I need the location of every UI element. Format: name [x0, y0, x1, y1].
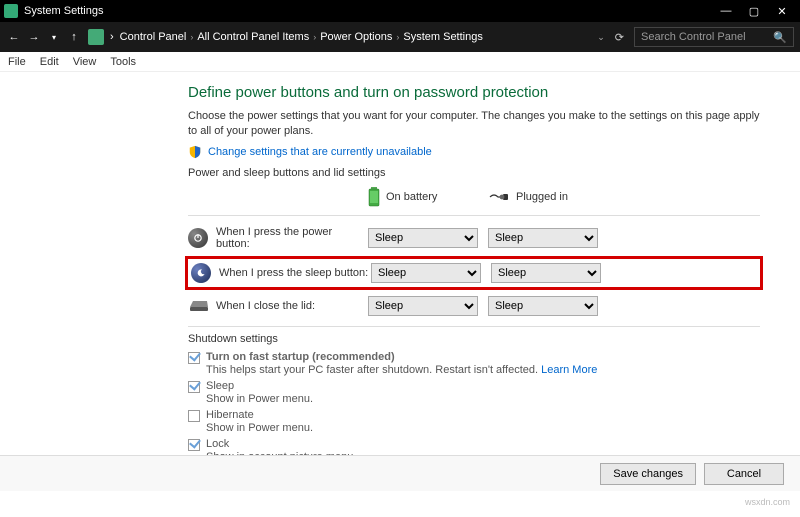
col-plugged-label: Plugged in	[516, 191, 568, 203]
fast-startup-item: Turn on fast startup (recommended) This …	[188, 351, 760, 376]
breadcrumb: Control Panel › All Control Panel Items …	[120, 31, 592, 43]
lock-title: Lock	[206, 438, 356, 450]
hibernate-item: HibernateShow in Power menu.	[188, 409, 760, 434]
lid-battery-select[interactable]: Sleep	[368, 296, 478, 316]
menubar: File Edit View Tools	[0, 52, 800, 72]
section-shutdown: Shutdown settings	[188, 333, 760, 345]
window-title: System Settings	[24, 5, 712, 17]
battery-icon	[368, 187, 380, 207]
lid-plugged-select[interactable]: Sleep	[488, 296, 598, 316]
fast-startup-checkbox[interactable]	[188, 352, 200, 364]
breadcrumb-seg[interactable]: Control Panel	[120, 31, 187, 43]
sleep-battery-select[interactable]: Sleep	[371, 263, 481, 283]
breadcrumb-seg[interactable]: Power Options	[320, 31, 392, 43]
page-desc: Choose the power settings that you want …	[188, 109, 760, 139]
menu-file[interactable]: File	[8, 56, 26, 68]
breadcrumb-seg[interactable]: System Settings	[403, 31, 482, 43]
col-battery-label: On battery	[386, 191, 437, 203]
section-power-and-sleep: Power and sleep buttons and lid settings	[188, 167, 760, 179]
search-icon: 🔍	[773, 31, 787, 44]
row-sleep-button: When I press the sleep button: Sleep Sle…	[185, 256, 763, 290]
power-icon	[188, 228, 208, 248]
page-heading: Define power buttons and turn on passwor…	[188, 84, 760, 101]
sleep-item: SleepShow in Power menu.	[188, 380, 760, 405]
lock-item: LockShow in account picture menu.	[188, 438, 760, 455]
history-dropdown-icon[interactable]: ⌄	[597, 32, 605, 43]
fast-startup-title: Turn on fast startup (recommended)	[206, 351, 395, 363]
sleep-checkbox[interactable]	[188, 381, 200, 393]
lock-checkbox[interactable]	[188, 439, 200, 451]
power-plugged-select[interactable]: Sleep	[488, 228, 598, 248]
app-icon	[4, 4, 18, 18]
row-power-button: When I press the power button: Sleep Sle…	[188, 222, 760, 254]
shield-icon	[188, 145, 202, 159]
save-button[interactable]: Save changes	[600, 463, 696, 485]
menu-edit[interactable]: Edit	[40, 56, 59, 68]
search-placeholder: Search Control Panel	[641, 31, 746, 43]
hibernate-sub: Show in Power menu.	[206, 422, 313, 434]
menu-tools[interactable]: Tools	[110, 56, 136, 68]
content: Define power buttons and turn on passwor…	[0, 72, 800, 455]
moon-icon	[191, 263, 211, 283]
sleep-plugged-select[interactable]: Sleep	[491, 263, 601, 283]
minimize-button[interactable]: —	[712, 0, 740, 22]
refresh-button[interactable]: ⟳	[615, 31, 624, 44]
up-button[interactable]: ↑	[66, 29, 82, 45]
footer: Save changes Cancel	[0, 455, 800, 491]
recent-dropdown-icon[interactable]: ▾	[46, 29, 62, 45]
menu-view[interactable]: View	[73, 56, 97, 68]
chevron-right-icon: ›	[110, 31, 114, 43]
hibernate-title: Hibernate	[206, 409, 313, 421]
chevron-right-icon: ›	[396, 32, 399, 42]
sleep-title: Sleep	[206, 380, 313, 392]
row-close-lid: When I close the lid: Sleep Sleep	[188, 292, 760, 320]
breadcrumb-seg[interactable]: All Control Panel Items	[197, 31, 309, 43]
learn-more-link[interactable]: Learn More	[541, 364, 597, 376]
sleep-sub: Show in Power menu.	[206, 393, 313, 405]
control-panel-icon	[88, 29, 104, 45]
power-battery-select[interactable]: Sleep	[368, 228, 478, 248]
maximize-button[interactable]: ▢	[740, 0, 768, 22]
sleep-label: When I press the sleep button:	[219, 267, 371, 279]
chevron-right-icon: ›	[190, 32, 193, 42]
change-settings-link[interactable]: Change settings that are currently unava…	[208, 146, 432, 158]
lid-label: When I close the lid:	[216, 300, 368, 312]
plug-icon	[488, 191, 510, 203]
power-label: When I press the power button:	[216, 226, 368, 250]
close-button[interactable]: ✕	[768, 0, 796, 22]
back-button[interactable]: ←	[6, 29, 22, 45]
watermark: wsxdn.com	[0, 491, 800, 507]
laptop-lid-icon	[188, 299, 210, 313]
cancel-button[interactable]: Cancel	[704, 463, 784, 485]
forward-button[interactable]: →	[26, 29, 42, 45]
fast-startup-desc: This helps start your PC faster after sh…	[206, 364, 541, 376]
hibernate-checkbox[interactable]	[188, 410, 200, 422]
address-bar: ← → ▾ ↑ › Control Panel › All Control Pa…	[0, 22, 800, 52]
shutdown-settings: Turn on fast startup (recommended) This …	[188, 351, 760, 455]
search-input[interactable]: Search Control Panel 🔍	[634, 27, 794, 47]
chevron-right-icon: ›	[313, 32, 316, 42]
titlebar: System Settings — ▢ ✕	[0, 0, 800, 22]
